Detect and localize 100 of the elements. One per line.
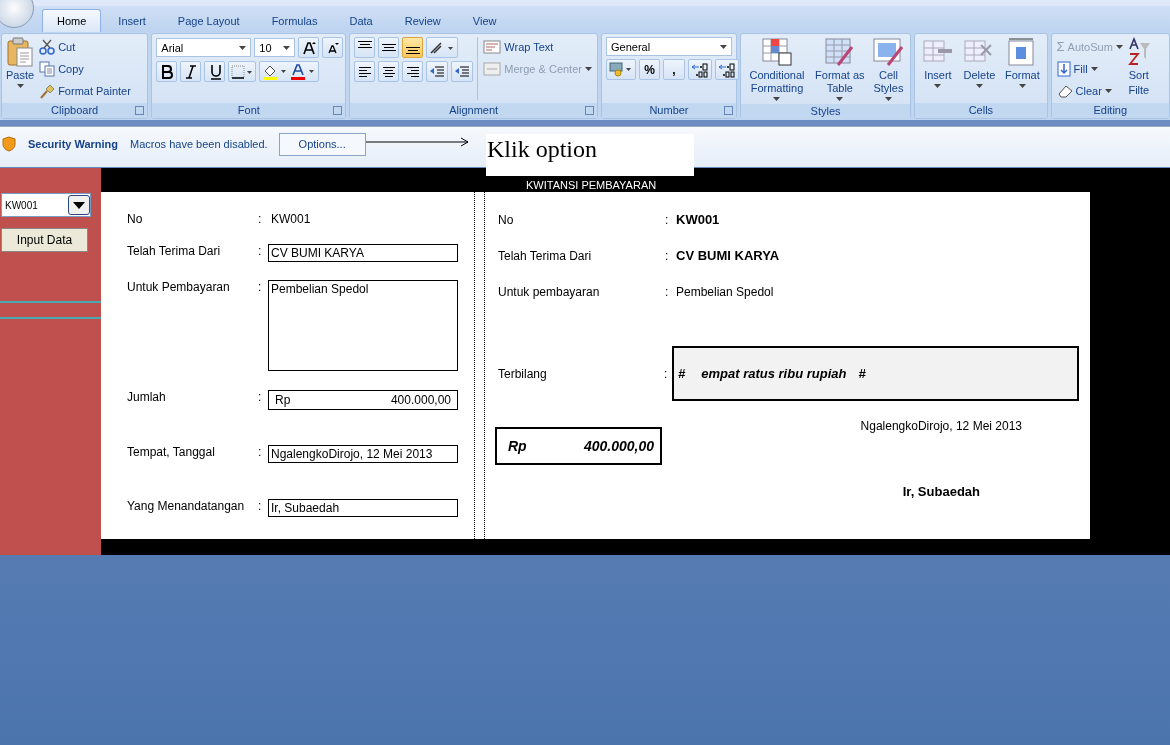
group-label: Font	[237, 104, 260, 116]
wrap-text-icon	[483, 38, 502, 55]
sort-az-icon	[1127, 37, 1150, 67]
ribbon-button[interactable]: Cell Styles	[870, 37, 907, 101]
cell-styles-icon	[872, 37, 905, 67]
vertical-align-button[interactable]	[402, 37, 424, 58]
field-value: CV BUMI KARYA	[676, 248, 780, 263]
caret-icon	[1115, 44, 1123, 49]
ribbon-tab[interactable]: Review	[389, 9, 456, 32]
colon: :	[258, 212, 263, 226]
bold-icon[interactable]	[159, 63, 174, 80]
align-lines-icon[interactable]	[358, 66, 371, 77]
orientation-icon[interactable]	[429, 40, 456, 55]
input-data-button[interactable]: Input Data	[1, 228, 88, 252]
align-lines-icon	[357, 41, 372, 48]
field-label: Tempat, Tanggal	[127, 445, 216, 459]
percent-style-button[interactable]: %	[638, 59, 660, 80]
increase-indent-icon[interactable]	[454, 63, 471, 80]
field-label: Untuk Pembayaran	[127, 280, 231, 294]
italic-icon[interactable]	[183, 63, 198, 80]
shield-icon	[2, 136, 16, 152]
currency-icon[interactable]	[608, 61, 633, 78]
format-painter-button[interactable]: Format Painter	[38, 81, 132, 100]
ribbon-tab[interactable]: Home	[42, 9, 102, 32]
number-format-dropdown[interactable]: General	[605, 37, 732, 56]
vertical-align-button[interactable]	[354, 37, 376, 58]
font-size-dropdown[interactable]: 10	[254, 38, 296, 57]
align-lines-icon[interactable]	[382, 66, 395, 77]
table-brush-icon	[823, 37, 856, 67]
fill-button[interactable]: Fill	[1055, 59, 1124, 78]
receipt-title: KWITANSI PEMBAYARAN	[526, 179, 657, 191]
field-value: KW001	[676, 212, 720, 227]
colon: :	[258, 499, 263, 513]
ribbon-button[interactable]: Format	[1004, 37, 1040, 100]
align-lines-icon[interactable]	[406, 66, 419, 77]
borders-icon[interactable]	[231, 64, 254, 79]
field-label: Yang Menandatangan	[127, 499, 246, 513]
field-label: Telah Terima Dari	[498, 248, 593, 263]
shrink-font-icon[interactable]	[326, 41, 339, 54]
amount-box: Rp 400.000,00	[495, 427, 662, 465]
colon: :	[258, 280, 263, 294]
font-color-icon[interactable]	[290, 63, 317, 80]
group-label: Clipboard	[51, 104, 99, 116]
decrease-indent-icon[interactable]	[429, 63, 446, 80]
field-label: Untuk pembayaran	[498, 284, 601, 299]
ribbon-button[interactable]: Delete	[963, 37, 996, 100]
ribbon-button[interactable]: Conditional Formatting	[744, 37, 809, 101]
font-name-dropdown[interactable]: Arial	[156, 38, 252, 57]
colon: :	[665, 212, 670, 227]
colon: :	[665, 284, 670, 299]
caret-icon	[1018, 84, 1026, 88]
cut-button[interactable]: Cut	[38, 37, 132, 56]
scissors-icon	[39, 38, 56, 55]
caret-icon	[283, 45, 291, 50]
group-label: Editing	[1093, 104, 1128, 116]
clipboard-icon	[6, 37, 35, 67]
caret-icon	[1090, 66, 1098, 71]
text-area[interactable]: Pembelian Spedol	[268, 280, 458, 371]
ribbon-tab[interactable]: Data	[334, 9, 388, 32]
comma-style-button[interactable]: ,	[662, 59, 685, 80]
clear-button[interactable]: Clear	[1055, 81, 1124, 100]
amount-field[interactable]: Rp 400.000,00	[268, 390, 458, 410]
caret-icon	[719, 44, 727, 49]
paintbrush-icon	[39, 82, 56, 99]
decrease-decimal-icon[interactable]	[717, 61, 736, 78]
input-field[interactable]: NgalengkoDirojo, 12 Mei 2013	[268, 445, 458, 463]
ribbon-tab[interactable]: Insert	[103, 9, 161, 32]
copy-button[interactable]: Copy	[38, 59, 132, 78]
group-label: Styles	[810, 105, 841, 117]
caret-icon	[16, 84, 24, 88]
ribbon-tab[interactable]: Formulas	[256, 9, 333, 32]
record-combo-box[interactable]: KW001	[1, 193, 91, 217]
fill-color-icon[interactable]	[262, 63, 289, 80]
field-value: KW001	[270, 212, 311, 226]
wrap-text-button[interactable]: Wrap Text	[482, 37, 593, 56]
input-field[interactable]: CV BUMI KARYA	[268, 244, 458, 262]
ribbon-tab[interactable]: View	[457, 9, 512, 32]
field-label: No	[127, 212, 144, 226]
ribbon-button[interactable]: Format as Table	[812, 37, 867, 101]
caret-icon	[773, 97, 781, 101]
field-label: Terbilang	[498, 366, 548, 381]
vertical-align-button[interactable]	[378, 37, 400, 58]
caret-icon	[934, 84, 942, 88]
signer-name: Ir, Subaedah	[902, 484, 980, 499]
ribbon-button[interactable]: Insert	[921, 37, 954, 100]
ribbon-tab[interactable]: Page Layout	[162, 9, 255, 32]
place-date: NgalengkoDirojo, 12 Mei 2013	[860, 419, 1022, 433]
sort-filter-button[interactable]: Sort Filte	[1127, 37, 1150, 97]
increase-decimal-icon[interactable]	[690, 61, 709, 78]
paste-button[interactable]: Paste	[6, 37, 35, 100]
input-field[interactable]: Ir, Subaedah	[268, 499, 458, 517]
conditional-format-icon	[760, 37, 793, 67]
fill-down-icon	[1056, 60, 1071, 77]
caret-icon	[584, 66, 592, 71]
amount-in-words-box: # empat ratus ribu rupiah #	[672, 346, 1079, 401]
options-button[interactable]: Options...	[278, 132, 366, 156]
field-label: Jumlah	[127, 390, 167, 404]
group-label: Alignment	[449, 104, 499, 116]
colon: :	[258, 445, 263, 459]
copy-icon	[39, 60, 56, 77]
